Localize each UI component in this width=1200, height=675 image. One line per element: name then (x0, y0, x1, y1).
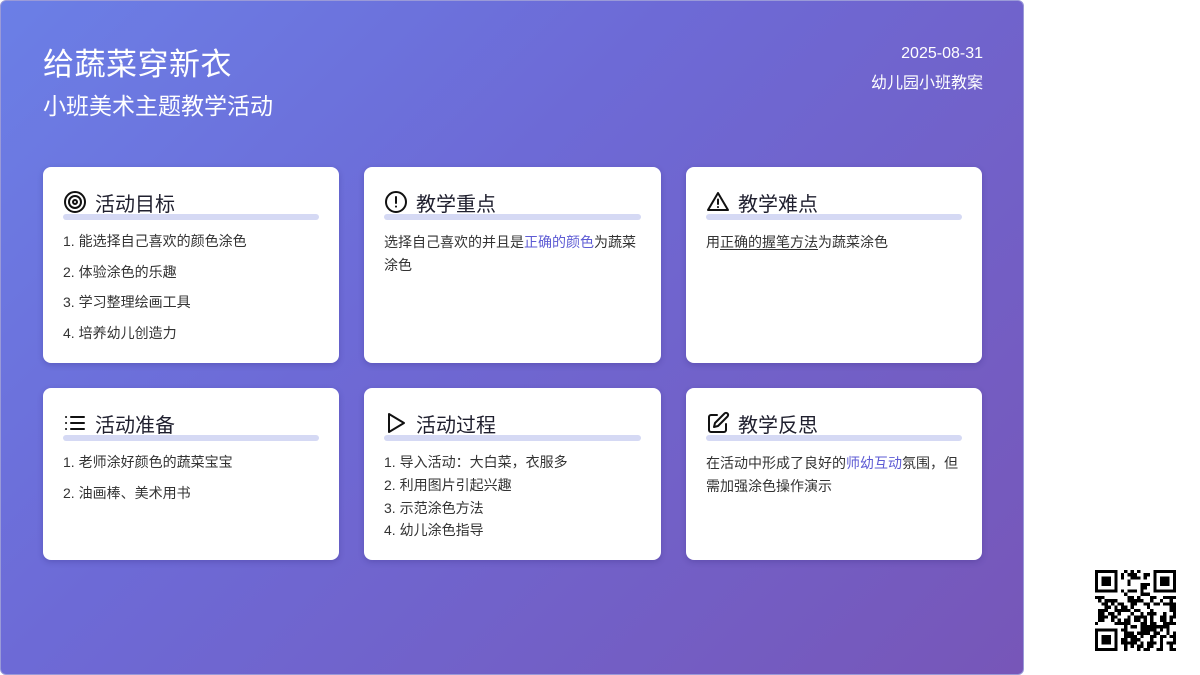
card-title: 活动过程 (416, 414, 496, 437)
card-teaching-reflection: 教学反思 在活动中形成了良好的师幼互动氛围，但需加强涂色操作演示 (686, 388, 982, 560)
card-header: 教学反思 (706, 408, 962, 438)
card-header: 教学重点 (384, 187, 641, 217)
card-teaching-difficulty: 教学难点 用正确的握笔方法为蔬菜涂色 (686, 167, 982, 363)
list-item: 3. 学习整理绘画工具 (63, 294, 191, 311)
list-item: 4. 培养幼儿创造力 (63, 325, 177, 342)
list-item: 2. 利用图片引起兴趣 (384, 476, 512, 493)
highlight-text: 正确的颜色 (524, 234, 594, 250)
lesson-plan-slide: 给蔬菜穿新衣 小班美术主题教学活动 2025-08-31 幼儿园小班教案 活动目… (0, 0, 1024, 675)
card-title: 教学重点 (416, 193, 496, 216)
list-item: 3. 示范涂色方法 (384, 499, 484, 516)
card-title: 活动目标 (95, 193, 175, 216)
list-item: 2. 体验涂色的乐趣 (63, 263, 177, 280)
list-icon (63, 411, 87, 435)
text-segment: 在活动中形成了良好的 (706, 455, 846, 471)
text-segment: 用 (706, 234, 720, 250)
play-icon (384, 411, 408, 435)
list-item: 1. 能选择自己喜欢的颜色涂色 (63, 233, 247, 249)
page-title: 给蔬菜穿新衣 (43, 47, 232, 82)
document-type-label: 幼儿园小班教案 (870, 75, 983, 92)
list-item: 1. 老师涂好颜色的蔬菜宝宝 (63, 454, 233, 470)
card-activity-process: 活动过程 1. 导入活动：大白菜，衣服多 2. 利用图片引起兴趣 3. 示范涂色… (364, 388, 661, 560)
list-item: 1. 导入活动：大白菜，衣服多 (384, 454, 568, 470)
card-header: 活动准备 (63, 408, 319, 438)
card-header: 活动过程 (384, 408, 641, 438)
card-title: 活动准备 (95, 414, 175, 437)
card-teaching-focus: 教学重点 选择自己喜欢的并且是正确的颜色为蔬菜涂色 (364, 167, 661, 363)
highlight-text: 师幼互动 (846, 455, 902, 471)
card-text: 在活动中形成了良好的师幼互动氛围，但需加强涂色操作演示 (706, 452, 962, 498)
qr-code-icon (1095, 570, 1176, 651)
card-title: 教学反思 (738, 414, 818, 437)
card-header: 活动目标 (63, 187, 319, 217)
page-subtitle: 小班美术主题教学活动 (43, 93, 273, 119)
underlined-text: 正确的握笔方法 (720, 234, 818, 250)
date-label: 2025-08-31 (901, 45, 983, 62)
text-segment: 为蔬菜涂色 (818, 234, 888, 250)
card-text: 选择自己喜欢的并且是正确的颜色为蔬菜涂色 (384, 231, 641, 277)
card-activity-goals: 活动目标 1. 能选择自己喜欢的颜色涂色 2. 体验涂色的乐趣 3. 学习整理绘… (43, 167, 339, 363)
text-segment: 选择自己喜欢的并且是 (384, 234, 524, 250)
card-title: 教学难点 (738, 193, 818, 216)
card-header: 教学难点 (706, 187, 962, 217)
target-icon (63, 190, 87, 214)
edit-icon (706, 411, 730, 435)
card-text: 用正确的握笔方法为蔬菜涂色 (706, 231, 962, 254)
alert-circle-icon (384, 190, 408, 214)
card-activity-preparation: 活动准备 1. 老师涂好颜色的蔬菜宝宝 2. 油画棒、美术用书 (43, 388, 339, 560)
list-item: 2. 油画棒、美术用书 (63, 484, 191, 501)
list-item: 4. 幼儿涂色指导 (384, 522, 484, 539)
warning-triangle-icon (706, 190, 730, 214)
